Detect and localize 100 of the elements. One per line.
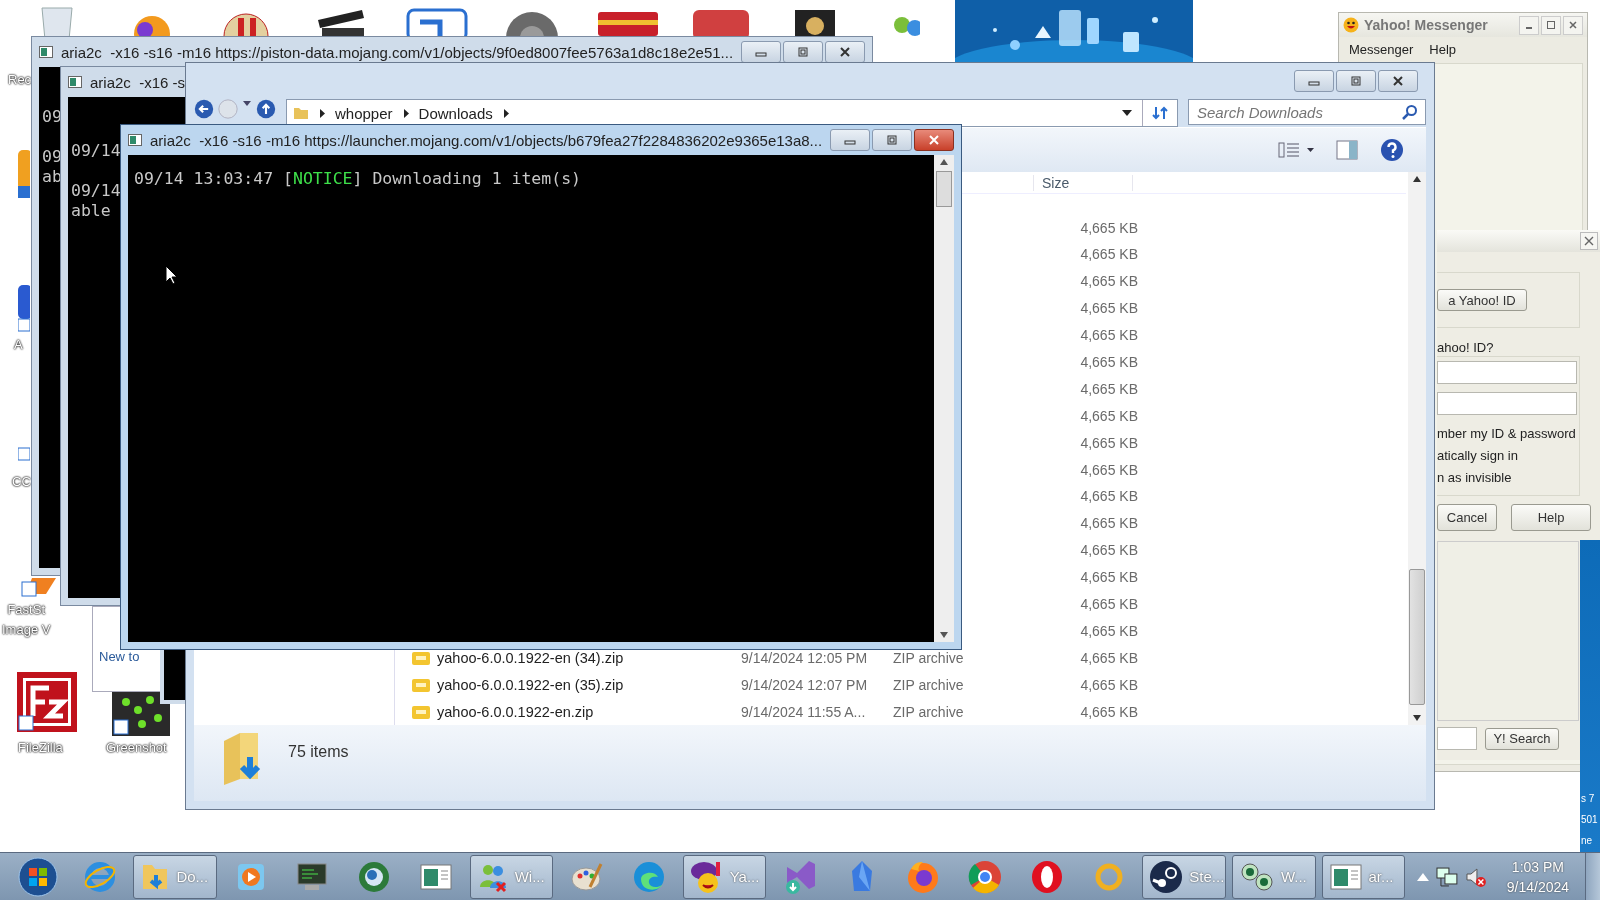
close-icon[interactable] [1392,76,1404,86]
scroll-up-icon[interactable] [1413,176,1421,182]
input-field[interactable] [1437,392,1577,415]
desktop-icon-label[interactable]: FileZilla [18,738,63,758]
desktop-icon-label[interactable]: Rec [8,70,32,90]
option-label[interactable]: atically sign in [1437,445,1579,467]
window-icon[interactable] [418,861,453,892]
console-text: 09/14 [71,141,121,161]
greenshot-icon[interactable] [112,690,170,736]
show-desktop-button[interactable] [1585,852,1600,900]
start-icon[interactable] [17,856,58,897]
breadcrumb[interactable]: Downloads [418,104,493,122]
zip-folder-icon [411,703,431,720]
file-name[interactable]: yahoo-6.0.0.1922-en (34).zip [437,649,624,666]
ribbon-icon[interactable] [783,858,818,895]
size-cell-text: 4,665 KB [1079,353,1138,370]
app-icon[interactable] [18,150,30,200]
option-label[interactable]: n as invisible [1437,467,1579,489]
monitor-icon[interactable] [295,860,330,893]
desktop-icon-label[interactable]: A [14,335,23,355]
scroll-up-icon[interactable] [940,159,948,165]
address-bar[interactable]: whopper Downloads [286,99,1178,127]
file-name[interactable]: yahoo-6.0.0.1922-en (35).zip [437,676,624,693]
dropdown-icon[interactable] [242,99,252,107]
chevron-icon[interactable] [319,108,325,118]
app-icon[interactable] [18,578,58,600]
maximize-icon[interactable] [1546,20,1556,30]
option-label[interactable]: mber my ID & password [1437,423,1579,445]
dropdown-icon[interactable] [1122,110,1132,116]
breadcrumb[interactable]: whopper [335,104,393,122]
desktop-text: ne [1581,834,1594,848]
app-icon[interactable] [18,285,30,333]
menu-item[interactable]: Help [1429,41,1457,57]
search-field[interactable]: Search Downloads [1188,99,1426,125]
help-button[interactable]: Help [1511,504,1591,531]
view-options-button[interactable] [1278,141,1314,159]
link-text[interactable]: New to [99,649,140,664]
type-cell: ZIP archive [893,703,964,720]
chevron-icon[interactable] [502,108,509,118]
scrollbar[interactable] [1408,172,1426,725]
globe-icon[interactable] [357,859,392,894]
maximize-button[interactable] [872,129,912,151]
minimize-button[interactable] [1519,15,1539,35]
back-button[interactable] [194,99,214,119]
maximize-icon[interactable] [1350,76,1362,86]
smiley-icon [1343,17,1359,33]
create-id-button[interactable]: a Yahoo! ID [1437,289,1527,311]
desktop-icon-label[interactable]: Greenshot [106,738,167,758]
filezilla-icon[interactable] [17,672,77,732]
window-title: Yahoo! Messenger [1364,17,1489,33]
window-title: aria2c -x16 -s16 -m16 https://launcher.mojang.com/v1/objects/b679fea27f2284836202e9365e13a8... [150,131,822,149]
show-hidden-icons-icon[interactable] [1417,872,1430,881]
muted-volume-icon[interactable] [1464,865,1487,888]
cursor-icon [165,265,178,285]
search-button[interactable]: Y! Search [1485,727,1559,750]
close-icon[interactable] [839,47,851,57]
size-cell-text: 4,665 KB [1079,649,1138,666]
scroll-thumb[interactable] [936,171,952,207]
size-cell-text: 4,665 KB [1079,219,1138,236]
file-name[interactable]: yahoo-6.0.0.1922-en.zip [437,703,594,720]
date-cell: 9/14/2024 11:55 A... [741,703,866,720]
maximize-icon[interactable] [886,135,898,145]
size-cell-text: 4,665 KB [1079,380,1138,397]
close-button[interactable] [1580,232,1598,250]
close-button[interactable] [914,129,954,151]
cancel-button[interactable]: Cancel [1437,504,1497,531]
up-button[interactable] [256,99,276,119]
network-icon[interactable] [1435,865,1459,888]
size-cell-text: 4,665 KB [1079,488,1138,505]
scroll-down-icon[interactable] [1413,715,1421,721]
search-field[interactable] [1437,727,1477,750]
desktop-icon-label[interactable]: CC [12,472,31,492]
scroll-thumb[interactable] [1409,569,1425,705]
console-icon [68,76,82,88]
scrollbar[interactable] [934,155,954,642]
window-title: aria2c -x16 -s16 -m16 https://piston-data.mojang.com/v1/objects/9f0ed8007fee5763a1d8c18e2e51... [61,43,733,61]
close-button[interactable] [1378,70,1418,92]
close-icon[interactable] [1584,236,1594,246]
help-icon[interactable] [1380,138,1404,162]
column-header[interactable]: Size [1033,174,1133,191]
refresh-icon[interactable] [1151,105,1169,121]
input-field[interactable] [1437,361,1577,384]
console-icon [39,46,53,58]
menu-item[interactable]: Messenger [1349,41,1414,57]
maximize-icon[interactable] [797,47,809,57]
minimize-button[interactable] [1294,70,1334,92]
minimize-button[interactable] [741,41,781,63]
steam-icon [1149,859,1184,894]
minimize-button[interactable] [830,129,870,151]
size-cell-text: 4,665 KB [1079,542,1138,559]
size-cell-text: 4,665 KB [1079,273,1138,290]
maximize-button[interactable] [1541,15,1561,35]
zip-folder-icon [411,676,431,693]
chrome-icon[interactable] [967,858,1004,895]
scroll-down-icon[interactable] [940,632,948,638]
maximize-button[interactable] [783,41,823,63]
desktop-icon-label[interactable]: FastSt Image V [2,600,51,640]
chevron-icon[interactable] [402,108,409,118]
close-icon[interactable] [1568,20,1578,30]
close-button[interactable] [825,41,865,63]
